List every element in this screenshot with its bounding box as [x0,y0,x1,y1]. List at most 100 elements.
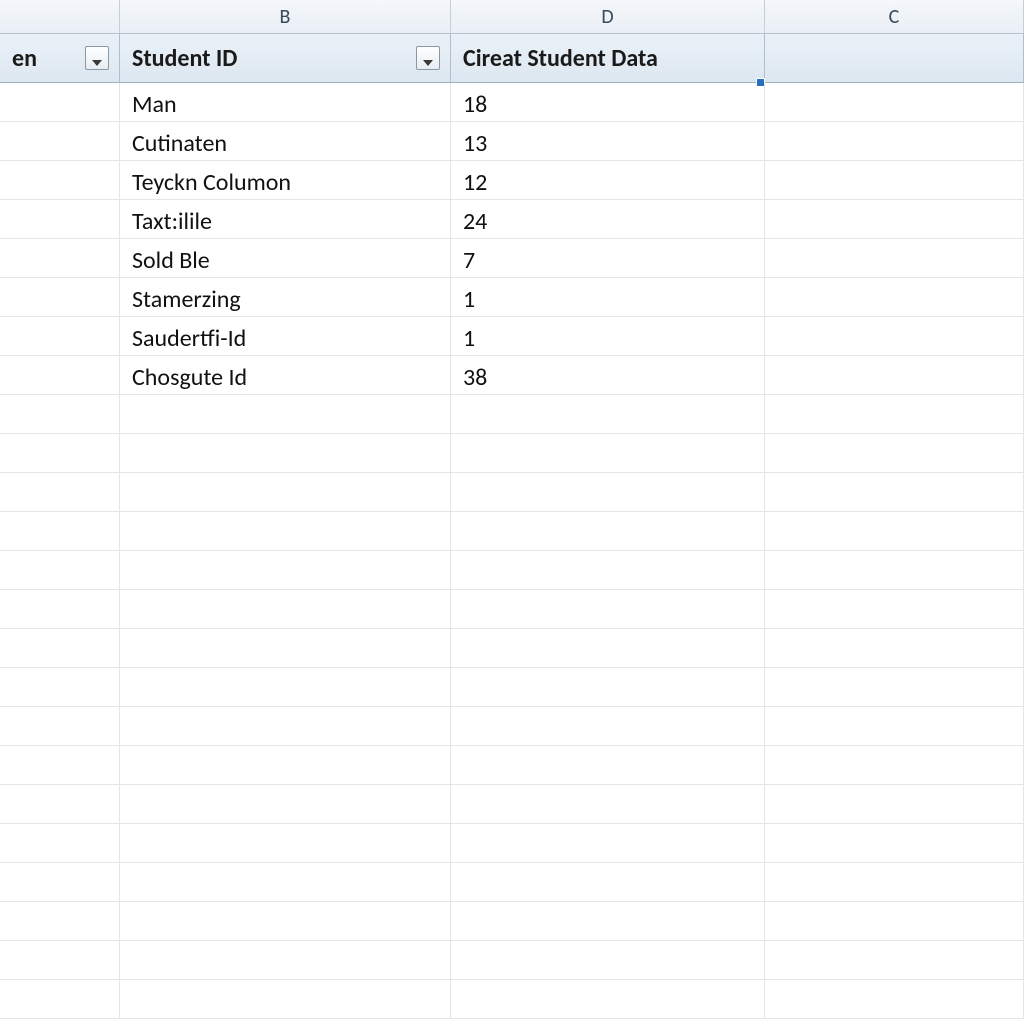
cell[interactable] [765,590,1024,628]
cell[interactable] [120,746,451,784]
cell[interactable] [120,785,451,823]
cell-student-data[interactable]: 18 [451,83,765,121]
cell[interactable] [451,512,765,550]
column-header-b[interactable]: B [120,0,451,33]
cell[interactable] [765,941,1024,979]
cell[interactable] [451,551,765,589]
cell[interactable] [120,473,451,511]
cell-student-data[interactable]: 38 [451,356,765,394]
cell[interactable] [765,785,1024,823]
cell[interactable] [0,824,120,862]
table-header-col-a[interactable]: en [0,34,120,82]
cell[interactable] [765,668,1024,706]
cell[interactable] [120,863,451,901]
cell[interactable] [451,824,765,862]
cell[interactable] [120,824,451,862]
cell-student-data[interactable]: 7 [451,239,765,277]
cell-student-id[interactable]: Stamerzing [120,278,451,316]
cell[interactable] [0,395,120,433]
cell[interactable] [765,239,1024,277]
cell[interactable] [765,434,1024,472]
cell[interactable] [0,473,120,511]
cell[interactable] [120,590,451,628]
cell[interactable] [765,629,1024,667]
cell[interactable] [120,980,451,1018]
cell[interactable] [0,785,120,823]
cell[interactable] [0,629,120,667]
cell-student-id[interactable]: Taxt:ilile [120,200,451,238]
cell-student-id[interactable]: Sold Ble [120,239,451,277]
cell[interactable] [765,200,1024,238]
cell[interactable] [0,434,120,472]
column-header-d[interactable]: D [451,0,765,33]
table-header-student-data[interactable]: Cireat Student Data [451,34,765,82]
cell[interactable] [451,395,765,433]
table-header-student-id[interactable]: Student ID [120,34,451,82]
cell[interactable] [120,551,451,589]
cell[interactable] [0,863,120,901]
cell[interactable] [451,473,765,511]
cell[interactable] [120,668,451,706]
cell[interactable] [451,629,765,667]
cell[interactable] [765,278,1024,316]
cell[interactable] [120,395,451,433]
cell[interactable] [765,473,1024,511]
cell[interactable] [0,83,120,121]
column-header-c[interactable]: C [765,0,1024,33]
filter-dropdown-button[interactable] [85,46,109,70]
cell[interactable] [0,668,120,706]
cell-student-data[interactable]: 13 [451,122,765,160]
cell[interactable] [765,746,1024,784]
cell[interactable] [0,512,120,550]
cell[interactable] [0,746,120,784]
cell[interactable] [451,863,765,901]
cell[interactable] [120,512,451,550]
cell[interactable] [0,941,120,979]
cell[interactable] [120,707,451,745]
cell[interactable] [120,629,451,667]
cell[interactable] [765,122,1024,160]
cell[interactable] [451,902,765,940]
cell[interactable] [0,902,120,940]
cell[interactable] [765,317,1024,355]
cell[interactable] [451,590,765,628]
cell[interactable] [451,746,765,784]
cell[interactable] [765,395,1024,433]
cell[interactable] [765,512,1024,550]
cell-student-data[interactable]: 24 [451,200,765,238]
cell[interactable] [120,902,451,940]
cell[interactable] [765,980,1024,1018]
cell-student-id[interactable]: Teyckn Columon [120,161,451,199]
cell[interactable] [765,83,1024,121]
cell[interactable] [0,200,120,238]
cell[interactable] [451,941,765,979]
cell[interactable] [451,980,765,1018]
cell-student-data[interactable]: 1 [451,278,765,316]
table-header-col-c-empty[interactable] [765,34,1024,82]
cell[interactable] [0,161,120,199]
cell[interactable] [765,707,1024,745]
filter-dropdown-button[interactable] [416,46,440,70]
column-header-a[interactable] [0,0,120,33]
cell[interactable] [451,785,765,823]
cell[interactable] [765,356,1024,394]
cell-student-data[interactable]: 12 [451,161,765,199]
cell[interactable] [0,980,120,1018]
cell[interactable] [765,161,1024,199]
cell[interactable] [0,590,120,628]
cell-student-id[interactable]: Chosgute Id [120,356,451,394]
cell[interactable] [0,122,120,160]
cell-student-id[interactable]: Man [120,83,451,121]
cell[interactable] [765,863,1024,901]
cell[interactable] [0,707,120,745]
cell[interactable] [451,434,765,472]
cell-student-data[interactable]: 1 [451,317,765,355]
cell[interactable] [765,551,1024,589]
cell[interactable] [0,317,120,355]
cell[interactable] [0,239,120,277]
cell-student-id[interactable]: Cutinaten [120,122,451,160]
cell-student-id[interactable]: Saudertfi-Id [120,317,451,355]
cell[interactable] [451,668,765,706]
cell[interactable] [120,941,451,979]
cell[interactable] [765,824,1024,862]
